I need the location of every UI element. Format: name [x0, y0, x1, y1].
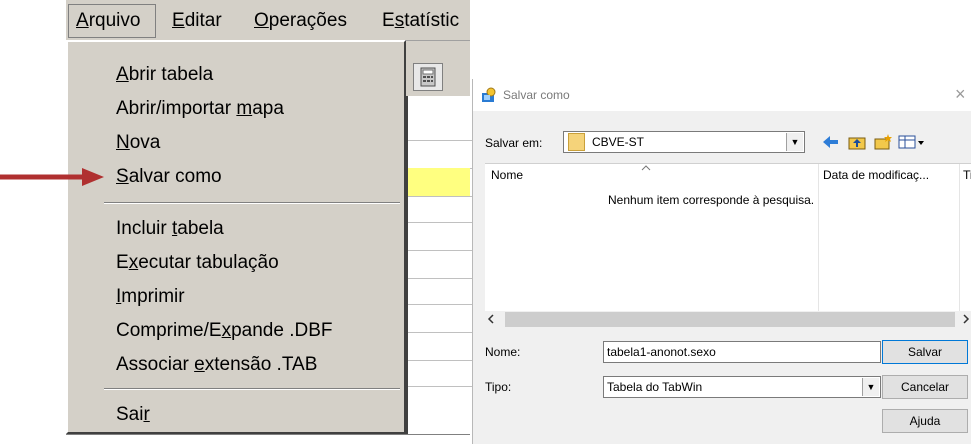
menu-item-text: pande .DBF: [231, 320, 333, 341]
accelerator-letter: A: [76, 10, 89, 31]
menu-item-text: abela: [177, 218, 224, 239]
table-gridline: [408, 140, 472, 141]
accelerator-letter: N: [116, 132, 130, 153]
chevron-down-icon[interactable]: ▼: [786, 133, 803, 151]
menu-operacoes[interactable]: Operações: [254, 10, 347, 32]
menu-item-text: Abrir/importar: [116, 98, 237, 119]
file-list[interactable]: Nome Data de modificaç... Ti Nenhum item…: [485, 163, 971, 312]
menu-item-text: apa: [252, 98, 284, 119]
table-gridline: [408, 196, 472, 197]
menu-item-text: xtensão .TAB: [204, 354, 318, 375]
menu-item-imprimir[interactable]: Imprimir: [116, 286, 185, 308]
column-header-name[interactable]: Nome: [491, 168, 523, 182]
save-in-combo[interactable]: CBVE-ST ▼: [563, 131, 805, 153]
menu-item-text: brir tabela: [128, 64, 214, 85]
calculator-icon: [420, 67, 436, 87]
menu-item-text: alvar como: [128, 166, 222, 187]
column-separator: [818, 164, 819, 312]
close-icon[interactable]: ×: [955, 84, 966, 105]
table-gridline: [408, 332, 472, 333]
save-as-dialog-icon: [482, 87, 496, 102]
menu-item-text: ecutar tabulação: [138, 252, 279, 273]
menu-label-rest: ditar: [184, 10, 222, 31]
menu-item-text: mprimir: [121, 286, 185, 307]
accelerator-letter: e: [194, 354, 205, 375]
accelerator-letter: s: [394, 10, 405, 31]
back-arrow-icon[interactable]: [821, 133, 841, 151]
table-gridline: [408, 250, 472, 251]
menu-separator: [104, 202, 400, 204]
highlighted-table-cell: [408, 168, 470, 196]
menu-item-associar-extensao-tab[interactable]: Associar extensão .TAB: [116, 354, 317, 376]
menu-item-salvar-como[interactable]: Salvar como: [116, 166, 222, 188]
cancel-button[interactable]: Cancelar: [882, 375, 968, 399]
menu-item-text: Incluir: [116, 218, 172, 239]
save-as-dialog: Salvar como × Salvar em: CBVE-ST ▼ Nome …: [472, 79, 971, 444]
empty-list-message: Nenhum item corresponde à pesquisa.: [608, 193, 815, 207]
save-in-label: Salvar em:: [485, 136, 543, 150]
save-in-value: CBVE-ST: [592, 135, 645, 149]
accelerator-letter: r: [143, 404, 150, 425]
column-header-type[interactable]: Ti: [963, 168, 971, 182]
folder-icon: [568, 133, 585, 151]
view-menu-icon[interactable]: [897, 133, 927, 151]
file-type-select[interactable]: Tabela do TabWin ▼: [603, 376, 881, 398]
calculator-toolbar-button[interactable]: [413, 63, 443, 91]
menu-item-abrir-importar-mapa[interactable]: Abrir/importar mapa: [116, 98, 284, 120]
scroll-right-icon[interactable]: [962, 314, 970, 324]
sort-chevron-up-icon: [641, 165, 651, 171]
menu-label-pre: E: [382, 10, 395, 31]
table-gridline: [408, 386, 472, 387]
menu-item-text: ova: [129, 132, 161, 153]
accelerator-letter: A: [116, 64, 129, 85]
accelerator-letter: S: [116, 166, 129, 187]
accelerator-letter: m: [236, 98, 253, 119]
up-folder-icon[interactable]: [847, 133, 867, 151]
file-type-value: Tabela do TabWin: [607, 380, 703, 394]
table-gridline: [408, 222, 472, 223]
scroll-left-icon[interactable]: [487, 314, 495, 324]
chevron-down-icon[interactable]: ▼: [862, 378, 879, 396]
menu-item-text: E: [116, 252, 129, 273]
table-bottom-row: [66, 434, 470, 445]
menu-label-rest: tatístic: [404, 10, 460, 31]
horizontal-scrollbar[interactable]: [485, 311, 971, 328]
new-folder-icon[interactable]: [873, 133, 893, 151]
file-menu-dropdown: Abrir tabela Abrir/importar mapa Nova Sa…: [66, 40, 406, 434]
filename-input[interactable]: tabela1-anonot.sexo: [603, 341, 881, 363]
type-label: Tipo:: [485, 380, 512, 394]
menu-item-sair[interactable]: Sair: [116, 404, 150, 426]
column-header-date[interactable]: Data de modificaç...: [823, 168, 929, 182]
column-separator: [959, 164, 960, 312]
menu-separator: [104, 388, 400, 390]
menu-item-text: Associar: [116, 354, 195, 375]
menu-item-nova[interactable]: Nova: [116, 132, 160, 154]
menu-item-comprime-expande-dbf[interactable]: Comprime/Expande .DBF: [116, 320, 332, 342]
menu-item-text: Comprime/E: [116, 320, 222, 341]
menu-label-rest: rquivo: [88, 10, 141, 31]
accelerator-letter: E: [172, 10, 185, 31]
save-button[interactable]: Salvar: [882, 340, 968, 364]
menu-item-abrir-tabela[interactable]: Abrir tabela: [116, 64, 213, 86]
help-button[interactable]: Ajuda: [882, 409, 968, 433]
accelerator-letter: O: [254, 10, 269, 31]
accelerator-letter: x: [221, 320, 232, 341]
dialog-title: Salvar como: [503, 88, 570, 102]
menu-estatisticas[interactable]: Estatístic: [382, 10, 466, 32]
data-table-fragment: [406, 96, 472, 444]
menu-item-text: Sai: [116, 404, 144, 425]
accelerator-letter: x: [128, 252, 139, 273]
table-gridline: [408, 360, 472, 361]
table-gridline: [408, 304, 472, 305]
menu-label-rest: perações: [268, 10, 347, 31]
filename-label: Nome:: [485, 345, 521, 359]
table-gridline: [408, 278, 472, 279]
menu-item-executar-tabulacao[interactable]: Executar tabulação: [116, 252, 279, 274]
menu-arquivo[interactable]: Arquivo: [76, 10, 140, 32]
scrollbar-thumb[interactable]: [505, 312, 955, 327]
menu-editar[interactable]: Editar: [172, 10, 222, 32]
menu-item-incluir-tabela[interactable]: Incluir tabela: [116, 218, 224, 240]
annotation-arrow-icon: [0, 168, 104, 186]
